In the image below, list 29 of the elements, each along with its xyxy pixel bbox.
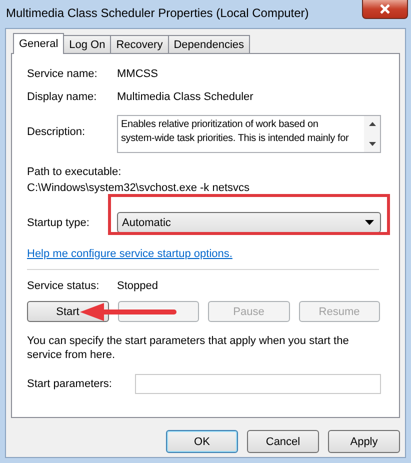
close-icon	[379, 4, 391, 14]
field-label: Startup type:	[27, 216, 90, 228]
field-label: Path to executable:	[27, 165, 122, 180]
tab[interactable]: General	[13, 33, 64, 54]
service-status-value: Stopped	[117, 280, 158, 292]
tab[interactable]: Recovery	[110, 35, 169, 53]
field-label: Service status:	[27, 280, 100, 292]
display-name-value: Multimedia Class Scheduler	[117, 91, 254, 103]
dropdown-arrow-icon	[365, 220, 374, 225]
close-button[interactable]	[362, 0, 408, 19]
field-label: Service name:	[27, 68, 98, 80]
dialog-button[interactable]: OK	[166, 430, 238, 453]
window-title: Multimedia Class Scheduler Properties (Local Computer)	[5, 5, 309, 20]
startup-type-dropdown[interactable]: Automatic	[117, 212, 381, 233]
scroll-down-icon[interactable]	[368, 142, 376, 146]
service-name-value: MMCSS	[117, 68, 158, 80]
start-parameters-note: You can specify the start parameters that apply when you start the service from here.	[27, 334, 350, 362]
field-label: Description:	[27, 126, 86, 138]
tab[interactable]: Dependencies	[168, 35, 250, 53]
path-value: C:\Windows\system32\svchost.exe -k netsvcs	[27, 181, 251, 196]
field-label: Display name:	[27, 91, 98, 103]
dialog-button[interactable]: Cancel	[247, 430, 319, 453]
scroll-up-icon[interactable]	[368, 122, 376, 126]
help-link[interactable]: Help me configure service startup options.	[27, 248, 232, 260]
field-label: Start parameters:	[27, 378, 113, 390]
description-box[interactable]: Enables relative prioritization of work based on system-wide task priorities. This is intended mainly for	[117, 115, 381, 153]
dialog-button[interactable]: Apply	[328, 430, 400, 453]
tab[interactable]: Log On	[63, 35, 112, 53]
start-parameters-field[interactable]	[135, 374, 381, 394]
